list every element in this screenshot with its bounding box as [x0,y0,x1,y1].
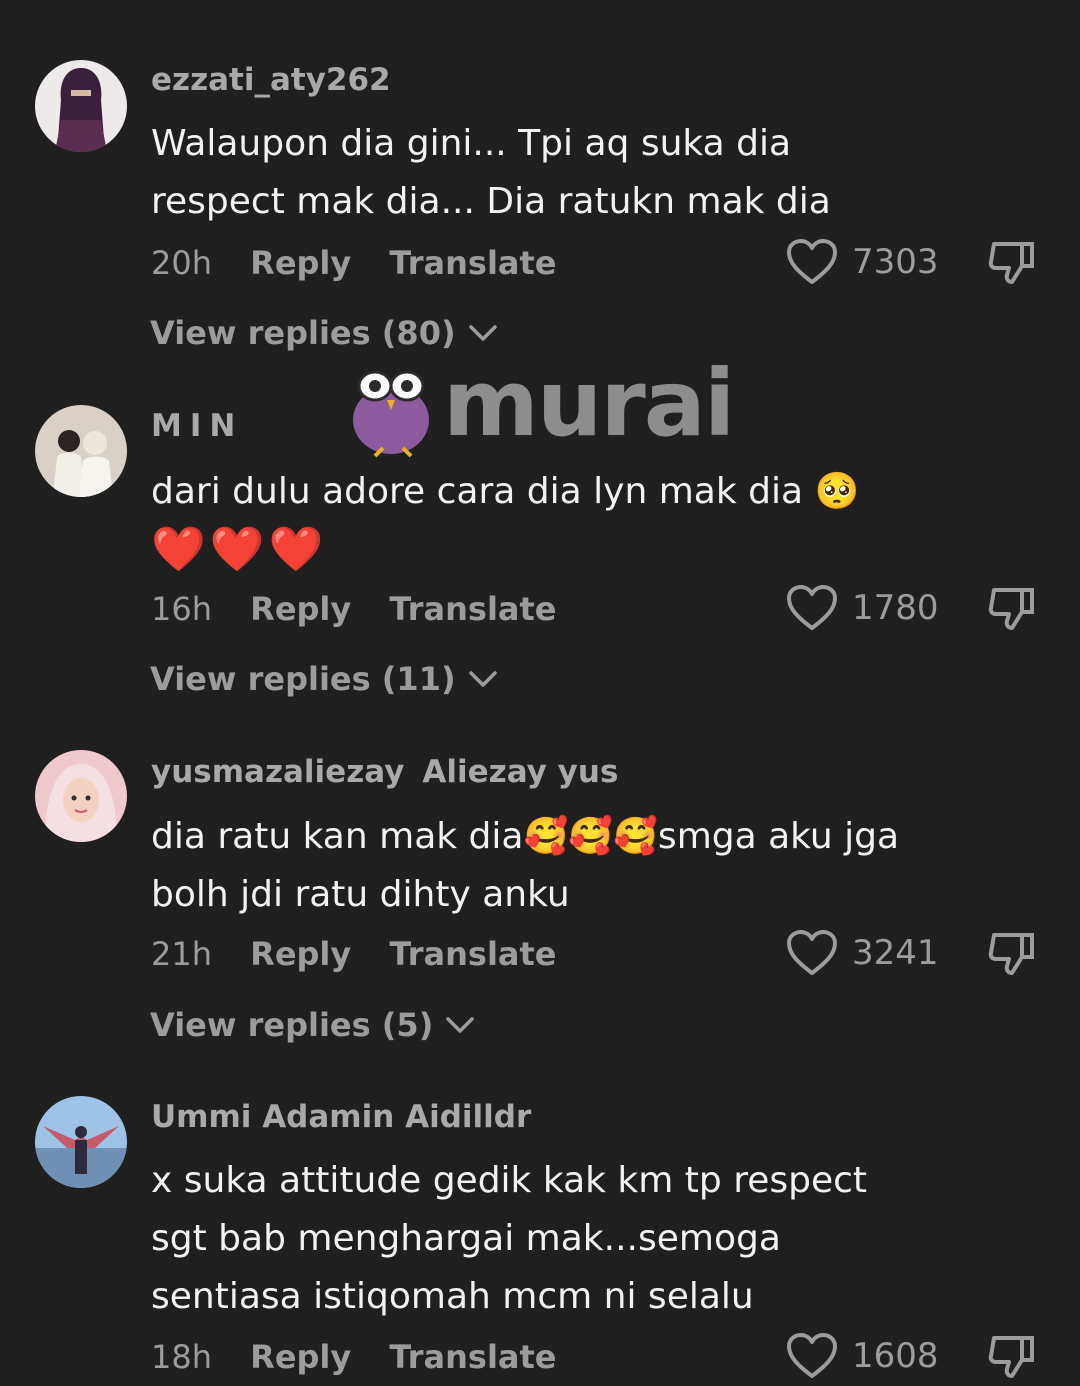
reply-button[interactable]: Reply [250,1338,351,1376]
owl-icon [353,370,429,458]
like-button[interactable]: 1608 [786,1332,939,1380]
avatar[interactable] [35,405,127,497]
translate-button[interactable]: Translate [389,1338,556,1376]
username-text[interactable]: Ummi Adamin Aidilldr [151,1099,531,1135]
translate-button[interactable]: Translate [389,244,556,282]
username[interactable]: MIN [151,408,243,444]
username[interactable]: yusmazaliezay Aliezay yus [151,754,618,790]
view-replies-button[interactable]: View replies (5) [150,1006,475,1044]
thumbs-down-icon [988,588,1034,630]
comment-emoji-line: ❤️❤️❤️ [151,524,328,575]
nickname-text: Aliezay yus [422,754,619,790]
comment-meta: 16h Reply Translate [151,590,585,628]
like-count: 3241 [852,933,939,973]
watermark-text: murai [443,350,735,457]
translate-button[interactable]: Translate [389,590,556,628]
timestamp: 18h [151,1338,212,1376]
heart-icon [787,1333,837,1378]
comment-meta: 18h Reply Translate [151,1338,585,1376]
reply-button[interactable]: Reply [250,935,351,973]
like-count: 7303 [852,242,939,282]
view-replies-label: View replies (11) [150,660,456,698]
like-button[interactable]: 7303 [786,238,939,286]
view-replies-label: View replies (80) [150,314,456,352]
heart-icon [787,930,837,975]
reply-button[interactable]: Reply [250,244,351,282]
comment-text: x suka attitude gedik kak km tp respect … [151,1160,868,1317]
view-replies-button[interactable]: View replies (80) [150,314,498,352]
comment-text: Walaupon dia gini... Tpi aq suka dia res… [151,123,831,222]
comment-text: dia ratu kan mak dia🥰🥰🥰smga aku jga bolh… [151,816,900,915]
dislike-button[interactable] [986,238,1036,292]
dislike-button[interactable] [986,929,1036,983]
avatar[interactable] [35,60,127,152]
thumbs-down-icon [988,933,1034,975]
comment-text: dari dulu adore cara dia lyn mak dia 🥺 ❤… [151,463,951,579]
timestamp: 21h [151,935,212,973]
heart-icon [787,585,837,630]
timestamp: 20h [151,244,212,282]
like-button[interactable]: 1780 [786,584,939,632]
like-button[interactable]: 3241 [786,929,939,977]
translate-button[interactable]: Translate [389,935,556,973]
username[interactable]: Ummi Adamin Aidilldr [151,1099,531,1135]
avatar[interactable] [35,1096,127,1188]
heart-icon [787,239,837,284]
comment-meta: 21h Reply Translate [151,935,585,973]
username-text[interactable]: MIN [151,408,243,444]
timestamp: 16h [151,590,212,628]
view-replies-label: View replies (5) [150,1006,434,1044]
comment-meta: 20h Reply Translate [151,244,585,282]
username[interactable]: ezzati_aty262 [151,62,391,98]
username-text[interactable]: ezzati_aty262 [151,62,391,98]
dislike-button[interactable] [986,584,1036,638]
username-text[interactable]: yusmazaliezay [151,754,404,790]
chevron-down-icon [468,671,497,687]
comment-text-line: dari dulu adore cara dia lyn mak dia 🥺 [151,471,860,512]
view-replies-button[interactable]: View replies (11) [150,660,498,698]
thumbs-down-icon [988,1336,1034,1378]
like-count: 1608 [852,1336,939,1376]
like-count: 1780 [852,588,939,628]
watermark-logo: murai [345,350,735,464]
thumbs-down-icon [988,242,1034,284]
chevron-down-icon [446,1017,475,1033]
chevron-down-icon [468,325,497,341]
avatar[interactable] [35,750,127,842]
reply-button[interactable]: Reply [250,590,351,628]
